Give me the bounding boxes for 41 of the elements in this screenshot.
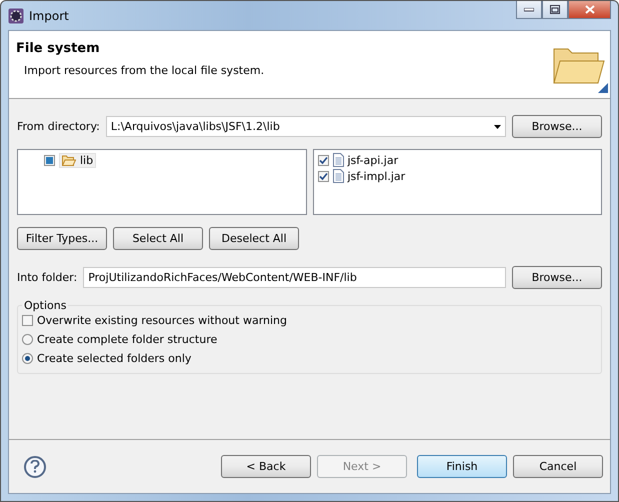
dialog-button[interactable]: Finish <box>417 455 507 478</box>
close-button[interactable] <box>568 1 611 19</box>
file-checkbox[interactable] <box>318 170 328 182</box>
into-folder-field[interactable]: ProjUtilizandoRichFaces/WebContent/WEB-INF/lib <box>83 267 506 288</box>
help-button[interactable] <box>24 456 46 478</box>
option-label: Overwrite existing resources without warning <box>37 314 288 327</box>
file-name: jsf-impl.jar <box>348 170 406 182</box>
close-icon <box>584 5 594 14</box>
browse-button[interactable]: Browse... <box>512 115 602 138</box>
file-icon <box>332 153 344 167</box>
browse-button[interactable]: Browse... <box>512 266 602 289</box>
app-icon <box>8 8 24 24</box>
selection-button[interactable]: Select All <box>113 227 203 250</box>
page-description: Import resources from the local file system. <box>24 64 266 77</box>
option-label: Create complete folder structure <box>37 333 218 346</box>
option-label: Create selected folders only <box>37 352 192 365</box>
option-checkbox[interactable] <box>22 315 33 326</box>
option-radio[interactable] <box>22 353 33 364</box>
dialog-button[interactable]: < Back <box>221 455 311 478</box>
selection-button[interactable]: Filter Types... <box>17 227 107 250</box>
minimize-button[interactable] <box>516 1 542 19</box>
file-icon <box>332 169 344 183</box>
file-checkbox[interactable] <box>318 154 328 166</box>
maximize-button[interactable] <box>542 1 568 19</box>
option-radio[interactable] <box>22 334 33 345</box>
page-title: File system <box>16 41 101 56</box>
maximize-icon <box>550 5 560 14</box>
from-directory-label: From directory: <box>17 120 100 133</box>
dialog-button[interactable]: Cancel <box>513 455 603 478</box>
into-folder-label: Into folder: <box>17 271 78 284</box>
folder-icon <box>62 155 76 166</box>
help-icon <box>30 460 40 473</box>
window-title: Import <box>29 8 69 22</box>
minimize-icon <box>524 8 534 12</box>
tree-checkbox[interactable] <box>44 155 55 166</box>
tree-item[interactable]: lib <box>59 153 96 168</box>
options-title: Options <box>23 299 68 312</box>
dropdown-icon <box>494 124 501 128</box>
file-name: jsf-api.jar <box>348 154 398 166</box>
selection-button[interactable]: Deselect All <box>209 227 299 250</box>
directory-combo[interactable]: L:\Arquivos\java\libs\JSF\1.2\lib <box>106 116 506 137</box>
